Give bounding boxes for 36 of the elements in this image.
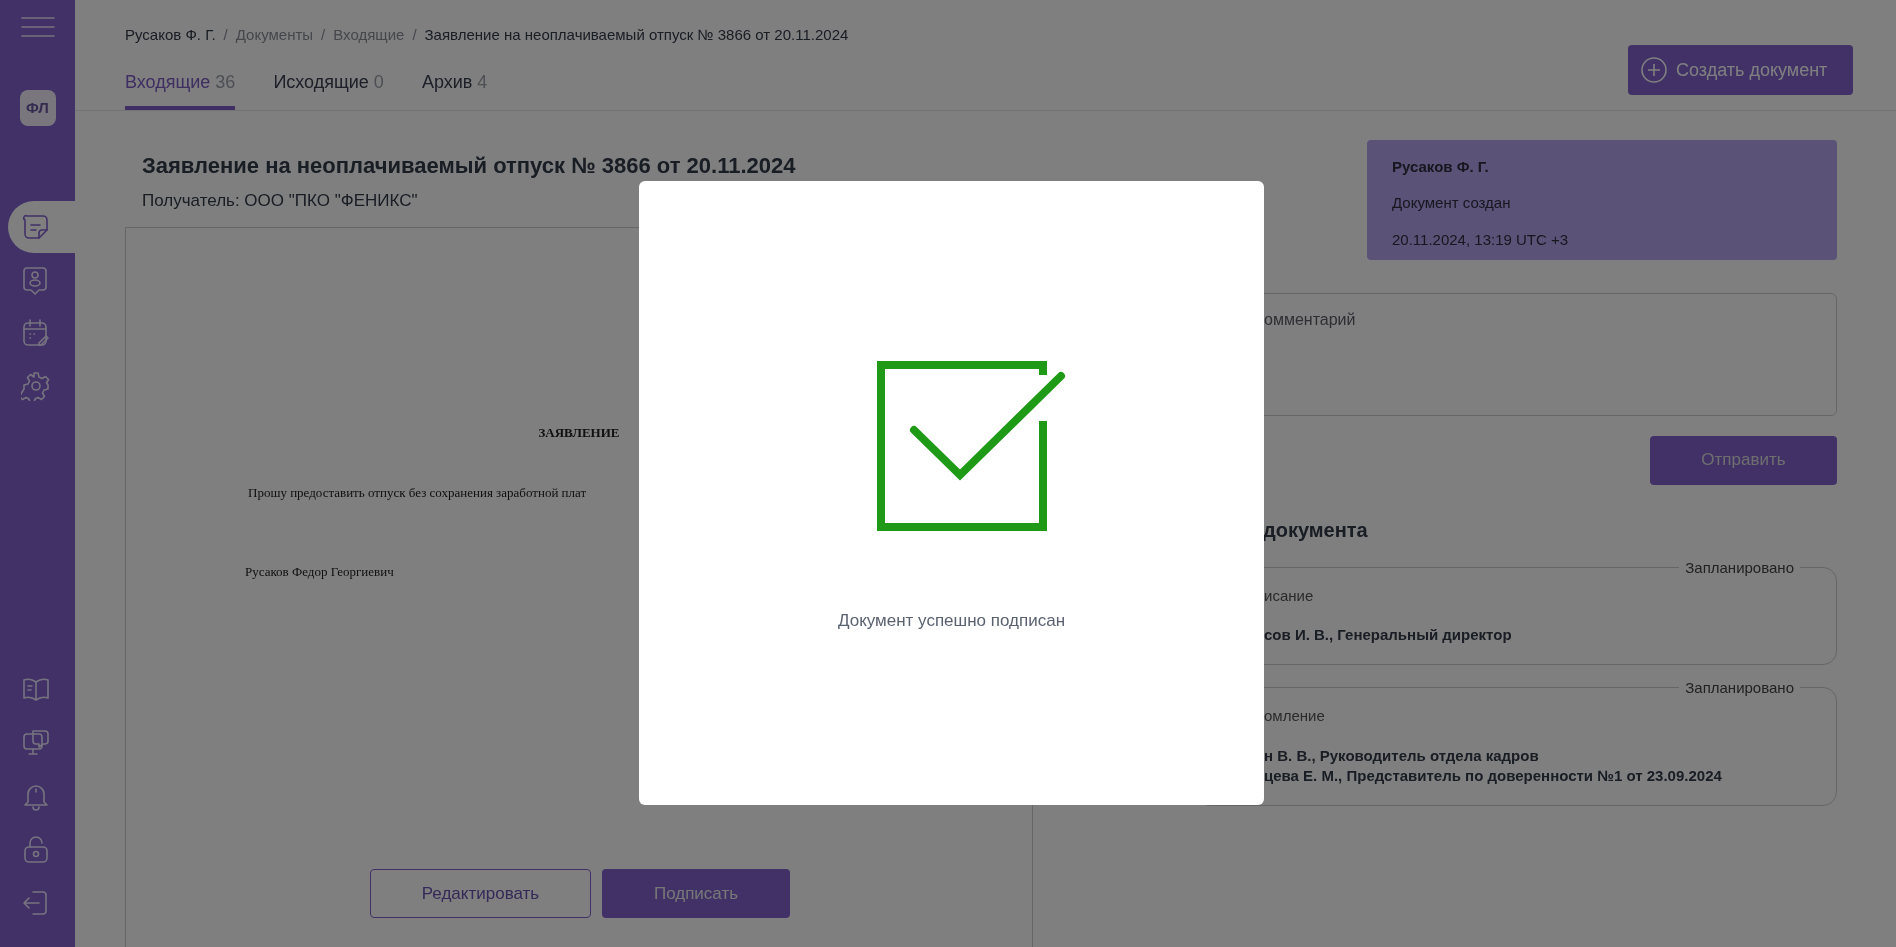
- unlock-icon: [21, 834, 51, 864]
- document-title: Заявление на неоплачиваемый отпуск № 3866 от 20.11.2024: [142, 151, 797, 180]
- breadcrumb-separator: /: [321, 25, 326, 45]
- breadcrumb-item[interactable]: Русаков Ф. Г.: [125, 24, 216, 47]
- monitor-chat-icon: [21, 728, 51, 758]
- section-heading: документа: [1263, 517, 1369, 543]
- avatar: ФЛ: [19, 90, 56, 126]
- signature-text: Русаков Федор Георгиевич: [245, 563, 395, 581]
- breadcrumb-item[interactable]: Заявление на неоплачиваемый отпуск № 3866 от 20.11.2024: [424, 24, 849, 47]
- success-message: Документ успешно подписан: [837, 610, 1066, 632]
- breadcrumb-item[interactable]: Входящие: [333, 24, 405, 47]
- breadcrumb-separator: /: [223, 25, 228, 45]
- create-document-button[interactable]: Создать документ: [1628, 45, 1853, 95]
- plus-circle-icon: [1640, 56, 1668, 84]
- edit-button[interactable]: Редактировать: [370, 869, 591, 918]
- step-type: исание: [1264, 585, 1315, 606]
- participant-text: н В. В., Руководитель отдела кадров: [1264, 745, 1540, 766]
- recipient-text: Получатель: ООО "ПКО "ФЕНИКС": [142, 189, 419, 212]
- breadcrumb-separator: /: [412, 25, 417, 45]
- author-name: Русаков Ф. Г.: [1392, 156, 1490, 177]
- breadcrumb-item[interactable]: Документы: [235, 24, 314, 47]
- send-button[interactable]: Отправить: [1650, 435, 1837, 485]
- success-check-icon: [876, 361, 1067, 531]
- menu-icon: [19, 15, 56, 38]
- calendar-edit-icon: [21, 318, 51, 348]
- timestamp: 20.11.2024, 13:19 UTC +3: [1392, 229, 1570, 250]
- nav-button[interactable]: [8, 201, 75, 253]
- sign-button[interactable]: Подписать: [602, 869, 790, 918]
- step-type: омление: [1264, 706, 1326, 726]
- participant-text: сов И. В., Генеральный директор: [1264, 625, 1513, 645]
- document-icon: [21, 212, 51, 242]
- document-heading: ЗАЯВЛЕНИЕ: [537, 424, 621, 442]
- gear-icon: [21, 371, 51, 401]
- document-text: Прошу предоставить отпуск без сохранения заработной плат: [248, 483, 588, 502]
- event-text: Документ создан: [1392, 193, 1512, 213]
- participant-text: цева Е. М., Представитель по доверенности №1 от 23.09.2024: [1264, 765, 1723, 786]
